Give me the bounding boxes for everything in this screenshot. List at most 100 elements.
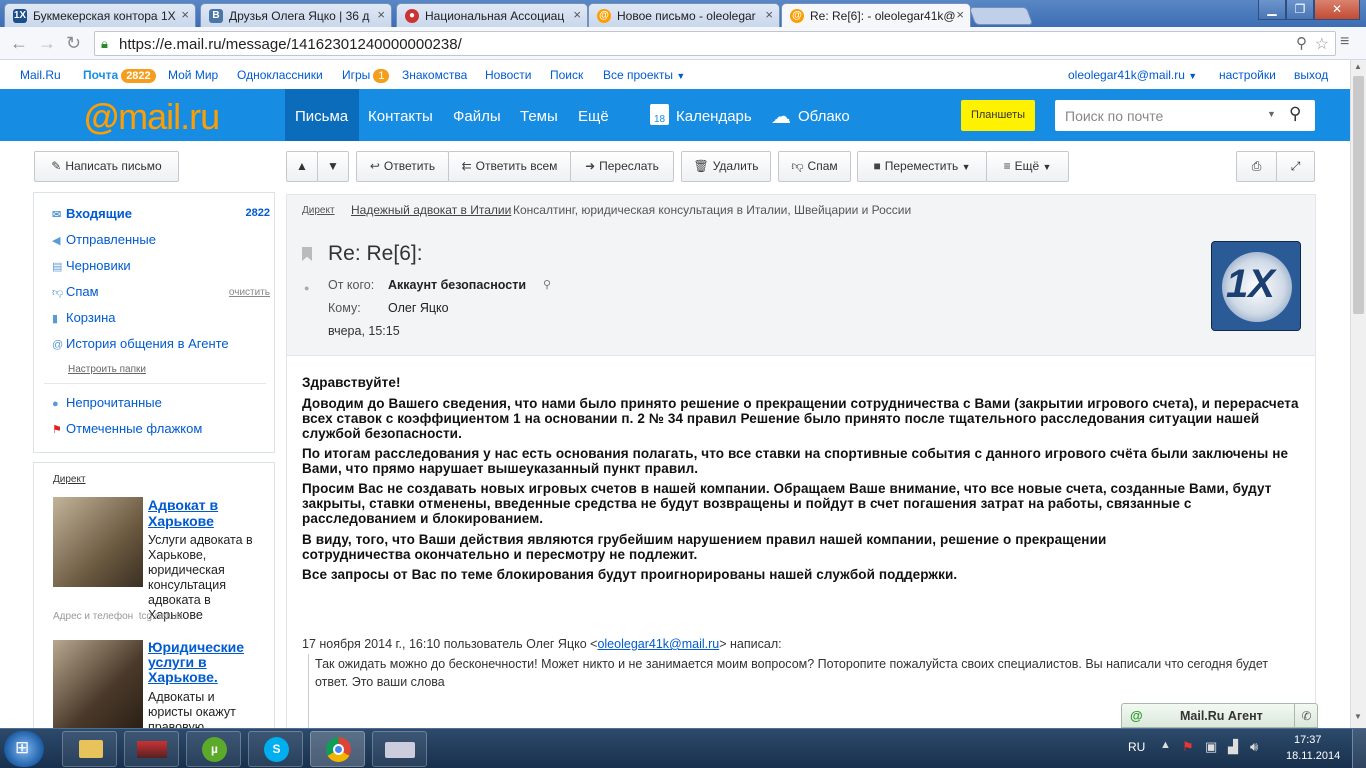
scroll-thumb[interactable] (1353, 76, 1364, 314)
device-icon[interactable]: ▣ (1205, 739, 1217, 755)
reply-button[interactable]: ↩ Ответить (356, 151, 449, 182)
portal-link-dating[interactable]: Знакомства (402, 68, 467, 82)
print-button[interactable]: ⎙ (1236, 151, 1277, 182)
nav-more[interactable]: Ещё (578, 108, 609, 125)
ad1-title[interactable]: Адвокат в Харькове (148, 497, 258, 529)
language-indicator[interactable]: RU (1128, 740, 1145, 754)
game-taskbar-icon[interactable] (124, 731, 179, 767)
folder-agent-history[interactable]: @ История общения в Агенте (52, 336, 229, 351)
logout-link[interactable]: выход (1294, 68, 1328, 82)
address-bar[interactable]: 🔒︎ https://e.mail.ru/message/14162301240… (94, 31, 1336, 56)
start-button[interactable]: ⊞ (4, 731, 44, 767)
forward-button[interactable]: ➜ Переслать (570, 151, 674, 182)
mailru-agent-bar[interactable]: @ Mail.Ru Агент ✆ (1121, 703, 1318, 728)
close-tab-icon[interactable]: × (181, 7, 189, 22)
folder-spam[interactable]: 👎︎ Спам очистить (52, 284, 270, 299)
clear-spam-link[interactable]: очистить (229, 287, 270, 298)
tab-new-mail[interactable]: @ Новое письмо - oleolegar × (588, 3, 780, 27)
skype-taskbar-icon[interactable]: S (248, 731, 303, 767)
search-sender-icon[interactable]: ⚲ (543, 278, 551, 291)
quote-email-link[interactable]: oleolegar41k@mail.ru (597, 637, 719, 651)
minimize-icon[interactable]: ▁ (1258, 0, 1286, 20)
nav-calendar[interactable]: Календарь (676, 108, 752, 125)
nav-contacts[interactable]: Контакты (368, 108, 433, 125)
nav-themes[interactable]: Темы (520, 108, 558, 125)
compose-button[interactable]: ✎ Написать письмо (34, 151, 179, 182)
nav-files[interactable]: Файлы (453, 108, 501, 125)
portal-link-myworld[interactable]: Мой Мир (168, 68, 218, 82)
prev-message-button[interactable]: ▲ (286, 151, 318, 182)
scroll-up-icon[interactable]: ▲ (1354, 62, 1362, 71)
delete-button[interactable]: 🗑︎ Удалить (681, 151, 771, 182)
nav-letters[interactable]: Письма (295, 108, 348, 125)
page-scrollbar[interactable]: ▲ ▼ (1350, 60, 1366, 728)
wrench-icon[interactable]: ⚲ (1296, 34, 1307, 52)
sender-name[interactable]: Аккаунт безопасности (388, 278, 526, 292)
explorer-taskbar-icon[interactable] (62, 731, 117, 767)
utorrent-taskbar-icon[interactable]: µ (186, 731, 241, 767)
portal-link-news[interactable]: Новости (485, 68, 531, 82)
direct-label[interactable]: Директ (53, 474, 86, 485)
close-window-icon[interactable]: ✕ (1314, 0, 1360, 20)
bookmark-star-icon[interactable]: ☆ (1315, 34, 1329, 54)
nav-cloud[interactable]: Облако (798, 108, 850, 125)
tab-1xbet[interactable]: 1X Букмекерская контора 1X × (4, 3, 196, 27)
move-button[interactable]: ■ Переместить ▼ (857, 151, 987, 182)
search-icon[interactable]: ⚲ (1289, 104, 1301, 124)
spam-button[interactable]: 👎︎ Спам (778, 151, 851, 182)
portal-link-mailru[interactable]: Mail.Ru (20, 68, 61, 82)
show-hidden-icon[interactable]: ▲ (1160, 739, 1171, 751)
signal-icon[interactable]: ▟ (1228, 739, 1238, 755)
reload-icon[interactable]: ↻ (66, 33, 81, 54)
filter-flagged[interactable]: ⚑ Отмеченные флажком (52, 421, 202, 436)
recipient-name[interactable]: Олег Яцко (388, 301, 449, 315)
folder-sent[interactable]: ◀ Отправленные (52, 232, 156, 247)
new-tab-button[interactable] (968, 7, 1034, 25)
close-tab-icon[interactable]: × (377, 7, 385, 22)
direct-label[interactable]: Директ (302, 205, 335, 216)
search-input[interactable]: Поиск по почте ▼ ⚲ (1055, 100, 1315, 131)
next-message-button[interactable]: ▼ (317, 151, 349, 182)
keyboard-taskbar-icon[interactable] (372, 731, 427, 767)
network-warning-icon[interactable]: ⚑ (1182, 739, 1194, 755)
portal-link-search[interactable]: Поиск (550, 68, 583, 82)
scroll-down-icon[interactable]: ▼ (1354, 712, 1362, 721)
folder-drafts[interactable]: ▤ Черновики (52, 258, 131, 273)
chevron-down-icon[interactable]: ▼ (1267, 109, 1276, 119)
clock-date[interactable]: 18.11.2014 (1286, 750, 1340, 762)
ad1-image[interactable] (53, 497, 143, 587)
close-tab-icon[interactable]: × (956, 7, 964, 22)
tablets-button[interactable]: Планшеты (961, 100, 1035, 131)
portal-link-ok[interactable]: Одноклассники (237, 68, 323, 82)
show-desktop-button[interactable] (1352, 729, 1366, 768)
tab-vk[interactable]: B Друзья Олега Яцко | 36 д × (200, 3, 392, 27)
tab-association[interactable]: ● Национальная Ассоциац × (396, 3, 588, 27)
tab-current-message[interactable]: @ Re: Re[6]: - oleolegar41k@ × (781, 3, 971, 28)
filter-unread[interactable]: ● Непрочитанные (52, 395, 162, 410)
phone-icon[interactable]: ✆ (1294, 704, 1318, 728)
portal-link-mail[interactable]: Почта 2822 (83, 68, 156, 83)
mailru-logo[interactable]: @mail.ru (84, 96, 220, 138)
volume-icon[interactable]: 🔊︎ (1250, 739, 1258, 755)
reply-all-button[interactable]: ⇇ Ответить всем (448, 151, 571, 182)
settings-link[interactable]: настройки (1219, 68, 1276, 82)
ad2-title[interactable]: Юридические услуги в Харькове. (148, 640, 258, 685)
chrome-taskbar-icon[interactable] (310, 731, 365, 767)
forward-icon[interactable]: → (38, 33, 56, 54)
more-button[interactable]: ≡ Ещё ▼ (986, 151, 1069, 182)
portal-link-games[interactable]: Игры 1 (342, 68, 390, 83)
maximize-icon[interactable]: ❐ (1286, 0, 1314, 20)
menu-icon[interactable]: ≡ (1340, 33, 1349, 51)
close-tab-icon[interactable]: × (765, 7, 773, 22)
close-tab-icon[interactable]: × (573, 7, 581, 22)
direct-ad-link[interactable]: Надежный адвокат в Италии (351, 203, 511, 217)
user-email-menu[interactable]: oleolegar41k@mail.ru ▼ (1068, 68, 1197, 82)
portal-link-all-projects[interactable]: Все проекты ▼ (603, 68, 685, 82)
clock-time[interactable]: 17:37 (1294, 734, 1322, 746)
ad2-image[interactable] (53, 640, 143, 740)
back-icon[interactable]: ← (10, 33, 28, 54)
expand-button[interactable]: ⤢ (1276, 151, 1315, 182)
setup-folders-link[interactable]: Настроить папки (68, 364, 146, 375)
bookmark-icon[interactable] (302, 247, 312, 261)
folder-trash[interactable]: ▮ Корзина (52, 310, 116, 325)
